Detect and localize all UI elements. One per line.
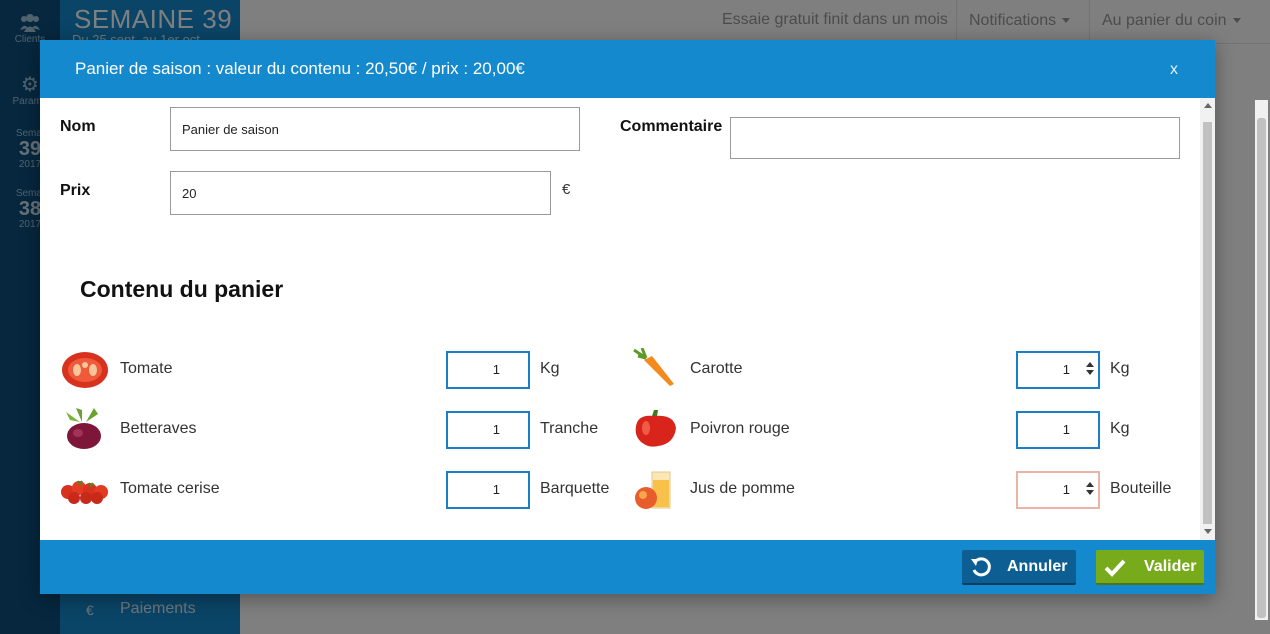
quantity-stepper[interactable]: 1	[1016, 471, 1100, 509]
product-name: Poivron rouge	[690, 420, 790, 437]
carrot-icon	[633, 348, 674, 386]
unit-label: Kg	[1110, 420, 1130, 437]
spinner-arrows-icon[interactable]	[1086, 362, 1094, 378]
product-name: Jus de pomme	[690, 480, 795, 497]
modal-header: Panier de saison : valeur du contenu : 2…	[40, 40, 1215, 98]
currency-label: €	[562, 181, 571, 198]
tomato-icon	[62, 352, 108, 388]
validate-button[interactable]: Valider	[1096, 550, 1204, 585]
price-label: Prix	[60, 182, 91, 199]
cancel-button[interactable]: Annuler	[962, 550, 1076, 585]
undo-icon	[971, 557, 991, 577]
modal-title: Panier de saison : valeur du contenu : 2…	[75, 59, 525, 78]
spinner-arrows-icon[interactable]	[1086, 482, 1094, 498]
cancel-label: Annuler	[1007, 558, 1068, 575]
quantity-value: 1	[1062, 362, 1070, 377]
beetroot-icon	[66, 408, 101, 449]
product-name: Tomate cerise	[120, 480, 220, 497]
quantity-value: 1	[492, 422, 500, 437]
name-label: Nom	[60, 118, 96, 135]
comment-label: Commentaire	[620, 118, 723, 135]
modal-scrollbar-thumb[interactable]	[1203, 122, 1212, 524]
cherry-tomatoes-icon	[61, 480, 108, 504]
product-name: Carotte	[690, 360, 743, 377]
quantity-value: 1	[1062, 482, 1070, 497]
unit-label: Bouteille	[1110, 480, 1172, 497]
close-button[interactable]: x	[1170, 61, 1178, 79]
quantity-input[interactable]: 1	[446, 351, 530, 389]
quantity-input[interactable]: 1	[446, 471, 530, 509]
product-name: Tomate	[120, 360, 173, 377]
unit-label: Tranche	[540, 420, 599, 437]
section-title: Contenu du panier	[80, 276, 284, 302]
page-scrollbar[interactable]	[1255, 100, 1268, 620]
validate-label: Valider	[1144, 558, 1197, 575]
quantity-value: 1	[492, 362, 500, 377]
modal-footer: Annuler Valider	[40, 540, 1215, 594]
apple-juice-icon	[635, 471, 671, 509]
modal-body: Nom Commentaire Prix € Contenu du panier…	[40, 98, 1215, 540]
red-pepper-icon	[635, 410, 676, 447]
unit-label: Kg	[1110, 360, 1130, 377]
quantity-stepper[interactable]: 1	[1016, 351, 1100, 389]
quantity-input[interactable]: 1	[1016, 411, 1100, 449]
price-input[interactable]	[170, 171, 551, 215]
page-scrollbar-thumb[interactable]	[1257, 118, 1266, 618]
comment-field[interactable]	[730, 117, 1180, 159]
quantity-value: 1	[1062, 422, 1070, 437]
quantity-input[interactable]: 1	[446, 411, 530, 449]
quantity-value: 1	[492, 482, 500, 497]
unit-label: Barquette	[540, 480, 610, 497]
basket-modal: Panier de saison : valeur du contenu : 2…	[40, 40, 1215, 594]
checkmark-icon	[1104, 559, 1126, 577]
unit-label: Kg	[540, 360, 560, 377]
scroll-up-icon[interactable]	[1204, 103, 1212, 108]
modal-scrollbar[interactable]	[1200, 98, 1215, 540]
name-input[interactable]	[170, 107, 580, 151]
product-name: Betteraves	[120, 420, 197, 437]
scroll-down-icon[interactable]	[1204, 529, 1212, 534]
